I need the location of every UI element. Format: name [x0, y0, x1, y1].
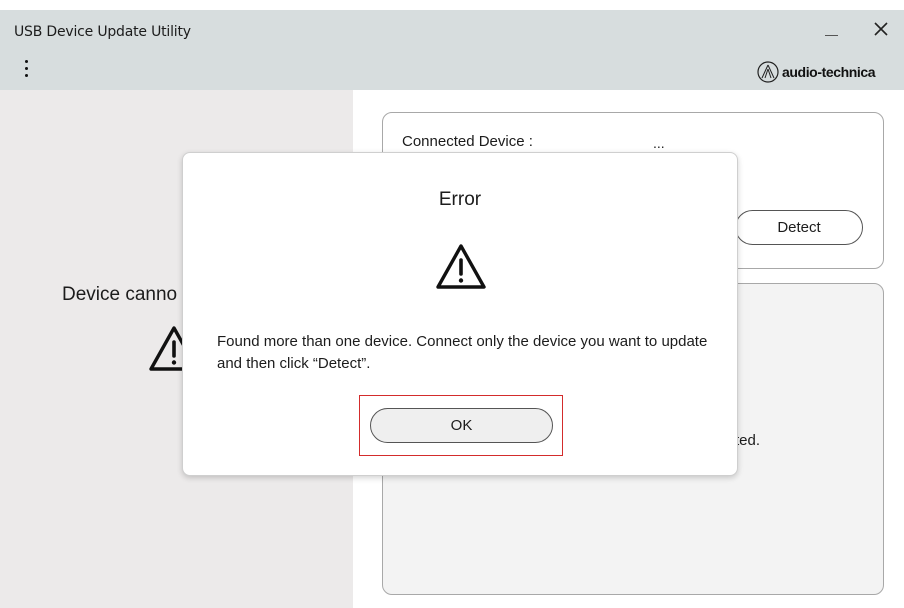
audio-technica-logo-icon	[757, 61, 779, 83]
kebab-menu-icon[interactable]	[22, 58, 32, 80]
brand-logo: audio-technica	[757, 60, 876, 84]
detect-button[interactable]: Detect	[735, 210, 863, 245]
ok-button[interactable]: OK	[370, 408, 553, 443]
connected-device-value: ...	[653, 135, 665, 151]
top-strip	[0, 0, 904, 10]
status-message: ted.	[735, 432, 761, 449]
app-window: USB Device Update Utility audio-technica…	[0, 0, 904, 608]
brand-name: audio-technica	[782, 64, 876, 80]
error-dialog: Error Found more than one device. Connec…	[182, 152, 738, 476]
app-title: USB Device Update Utility	[14, 24, 191, 40]
connected-device-label: Connected Device :	[402, 133, 533, 150]
close-icon[interactable]	[872, 20, 890, 38]
warning-icon	[436, 244, 486, 289]
device-status-message: Device canno	[62, 284, 178, 305]
dialog-title: Error	[438, 189, 482, 210]
minimize-icon[interactable]	[820, 16, 846, 42]
title-bar: USB Device Update Utility audio-technica	[0, 10, 904, 90]
ok-button-highlight: OK	[359, 395, 563, 456]
dialog-message: Found more than one device. Connect only…	[217, 333, 708, 372]
